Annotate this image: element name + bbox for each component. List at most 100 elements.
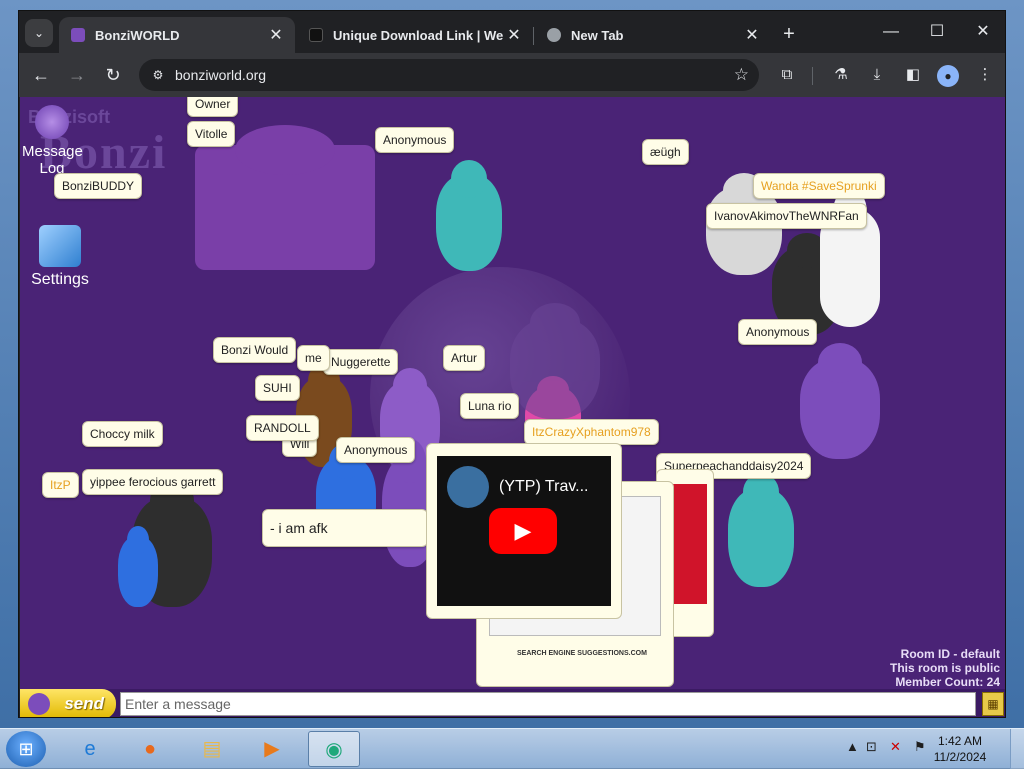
- channel-avatar: [447, 466, 489, 508]
- name-bubble-itzp: ItzP: [42, 472, 79, 498]
- bonzi-head-icon: [28, 693, 50, 715]
- message-log-label: Message Log: [22, 143, 83, 177]
- owner-collage-avatar[interactable]: [195, 125, 375, 270]
- name-bubble-vitolle: Vitolle: [187, 121, 236, 147]
- tab-title: New Tab: [571, 27, 624, 43]
- name-bubble-bonzibuddy: BonziBUDDY: [54, 173, 143, 199]
- message-log-icon: [35, 105, 69, 139]
- name-bubble-choccy-milk: Choccy milk: [82, 421, 163, 447]
- bookmark-star-icon[interactable]: ☆: [734, 59, 749, 91]
- chrome-taskbar-icon[interactable]: ◉: [308, 731, 360, 767]
- name-bubble-suhi: SUHI: [255, 375, 300, 401]
- arrow-right-icon: →: [68, 65, 86, 85]
- white-bonzi-avatar[interactable]: [706, 172, 782, 275]
- youtube-embed[interactable]: (YTP) Trav... ▶: [437, 456, 611, 606]
- maximize-button[interactable]: ☐: [915, 17, 959, 47]
- bonziworld-room: Bonzisoft Bonzi Message Log Settings Own…: [20, 97, 1005, 717]
- name-bubble-owner: Owner: [187, 97, 239, 117]
- attach-image-icon[interactable]: ▦: [982, 692, 1004, 716]
- message-log-button[interactable]: Message Log: [22, 105, 83, 177]
- internet-explorer-icon[interactable]: e: [64, 731, 116, 767]
- address-bar[interactable]: ⚙ bonziworld.org ☆: [139, 59, 759, 91]
- tab-separator: [533, 27, 534, 45]
- file-explorer-icon[interactable]: ▤: [186, 731, 238, 767]
- close-window-button[interactable]: ✕: [961, 17, 1005, 47]
- send-button[interactable]: send: [20, 689, 116, 717]
- teal-bonzi-avatar[interactable]: [436, 159, 502, 271]
- labs-flask-icon[interactable]: ⚗: [827, 61, 855, 89]
- reload-button[interactable]: ↻: [99, 61, 127, 89]
- room-info: Room ID - default This room is public Me…: [890, 647, 1000, 689]
- name-bubble-anonymous-2: Anonymous: [738, 319, 818, 345]
- tab-search-button[interactable]: ⌄: [25, 19, 53, 47]
- tab-bonziworld[interactable]: BonziWORLD ✕: [59, 17, 295, 53]
- close-tab-icon[interactable]: ✕: [741, 25, 763, 45]
- chevron-down-icon: ⌄: [33, 26, 45, 40]
- volume-muted-icon[interactable]: ✕: [890, 739, 901, 755]
- room-public-text: This room is public: [889, 661, 1000, 675]
- room-id-text: Room ID - default: [900, 647, 1000, 661]
- name-bubble-yippee: yippee ferocious garrett: [82, 469, 224, 495]
- name-bubble-aeugh: æügh: [642, 139, 689, 165]
- video-title[interactable]: (YTP) Trav...: [499, 478, 588, 496]
- clock-date: 11/2/2024: [933, 750, 987, 764]
- trollface-bonzi-avatar[interactable]: [800, 343, 880, 459]
- site-info-icon[interactable]: ⚙: [149, 66, 167, 84]
- network-icon[interactable]: ⊡: [866, 739, 877, 755]
- close-tab-icon[interactable]: ✕: [503, 25, 525, 45]
- name-bubble-me: me: [297, 345, 330, 371]
- browser-window: ⌄ BonziWORLD ✕ Unique Download Link | We…: [18, 10, 1006, 718]
- windows-logo-icon: ⊞: [18, 739, 34, 759]
- tray-expand-icon[interactable]: ▲: [846, 739, 859, 754]
- reload-icon: ↻: [105, 65, 121, 85]
- firefox-icon[interactable]: ●: [124, 731, 176, 767]
- tab-title: BonziWORLD: [95, 27, 180, 43]
- show-desktop-button[interactable]: [1010, 729, 1024, 769]
- clock[interactable]: 1:42 AM 11/2/2024: [930, 733, 990, 765]
- forward-button[interactable]: →: [63, 61, 91, 89]
- message-input[interactable]: [120, 692, 976, 716]
- faded-bonzi-avatar: [510, 303, 600, 419]
- name-bubble-anonymous-3: Anonymous: [336, 437, 416, 463]
- tab-wetransfer[interactable]: Unique Download Link | WeTra ✕: [297, 17, 533, 53]
- download-icon[interactable]: ⤓: [863, 61, 891, 89]
- name-bubble-luna-rio: Luna rio: [460, 393, 520, 419]
- tab-title: Unique Download Link | WeTra: [333, 27, 503, 43]
- screenshot-caption: SEARCH ENGINE SUGGESTIONS.COM: [517, 650, 647, 657]
- teal-bonzi-avatar-2[interactable]: [728, 473, 794, 587]
- media-player-icon[interactable]: ▶: [246, 731, 298, 767]
- name-bubble-bonzi-would: Bonzi Would: [213, 337, 297, 363]
- name-bubble-anonymous: Anonymous: [375, 127, 455, 153]
- close-tab-icon[interactable]: ✕: [265, 25, 287, 45]
- profile-avatar-icon[interactable]: ●: [937, 65, 959, 87]
- youtube-play-icon[interactable]: ▶: [489, 508, 557, 554]
- video-bubble: (YTP) Trav... ▶: [426, 443, 622, 619]
- side-panel-icon[interactable]: ◧: [899, 61, 927, 89]
- speech-bubble-afk: - i am afk: [262, 509, 428, 547]
- back-button[interactable]: ←: [27, 61, 55, 89]
- name-bubble-artur: Artur: [443, 345, 486, 371]
- tab-new-tab[interactable]: New Tab ✕: [535, 17, 771, 53]
- settings-button[interactable]: Settings: [24, 225, 96, 289]
- name-bubble-ivanov: IvanovAkimovTheWNRFan: [706, 203, 867, 229]
- extensions-icon[interactable]: ⧉: [773, 61, 801, 89]
- menu-kebab-icon[interactable]: ⋮: [971, 61, 999, 89]
- arrow-left-icon: ←: [32, 65, 50, 85]
- send-label: send: [64, 694, 104, 713]
- chat-bar: send ▦: [20, 689, 1005, 717]
- globe-icon: [547, 28, 561, 42]
- browser-toolbar: ← → ↻ ⚙ bonziworld.org ☆ ⧉ ⚗ ⤓ ◧ ● ⋮: [19, 53, 1005, 97]
- name-bubble-nuggerette: Nuggerette: [323, 349, 399, 375]
- name-bubble-wanda: Wanda #SaveSprunki: [753, 173, 885, 199]
- tab-strip: ⌄ BonziWORLD ✕ Unique Download Link | We…: [19, 11, 1005, 53]
- new-tab-button[interactable]: +: [775, 21, 803, 49]
- settings-label: Settings: [31, 271, 89, 288]
- url-text[interactable]: bonziworld.org: [175, 59, 266, 91]
- minimize-button[interactable]: —: [869, 17, 913, 47]
- taskbar: ⊞ e ● ▤ ▶ ◉ ▲ ⊡ ✕ ⚑ 1:42 AM 11/2/2024: [0, 728, 1024, 769]
- action-center-flag-icon[interactable]: ⚑: [914, 739, 926, 755]
- start-button[interactable]: ⊞: [6, 731, 46, 767]
- blue-parrot-avatar[interactable]: [118, 525, 158, 607]
- clock-time: 1:42 AM: [937, 734, 983, 748]
- name-bubble-randoll: RANDOLL: [246, 415, 319, 441]
